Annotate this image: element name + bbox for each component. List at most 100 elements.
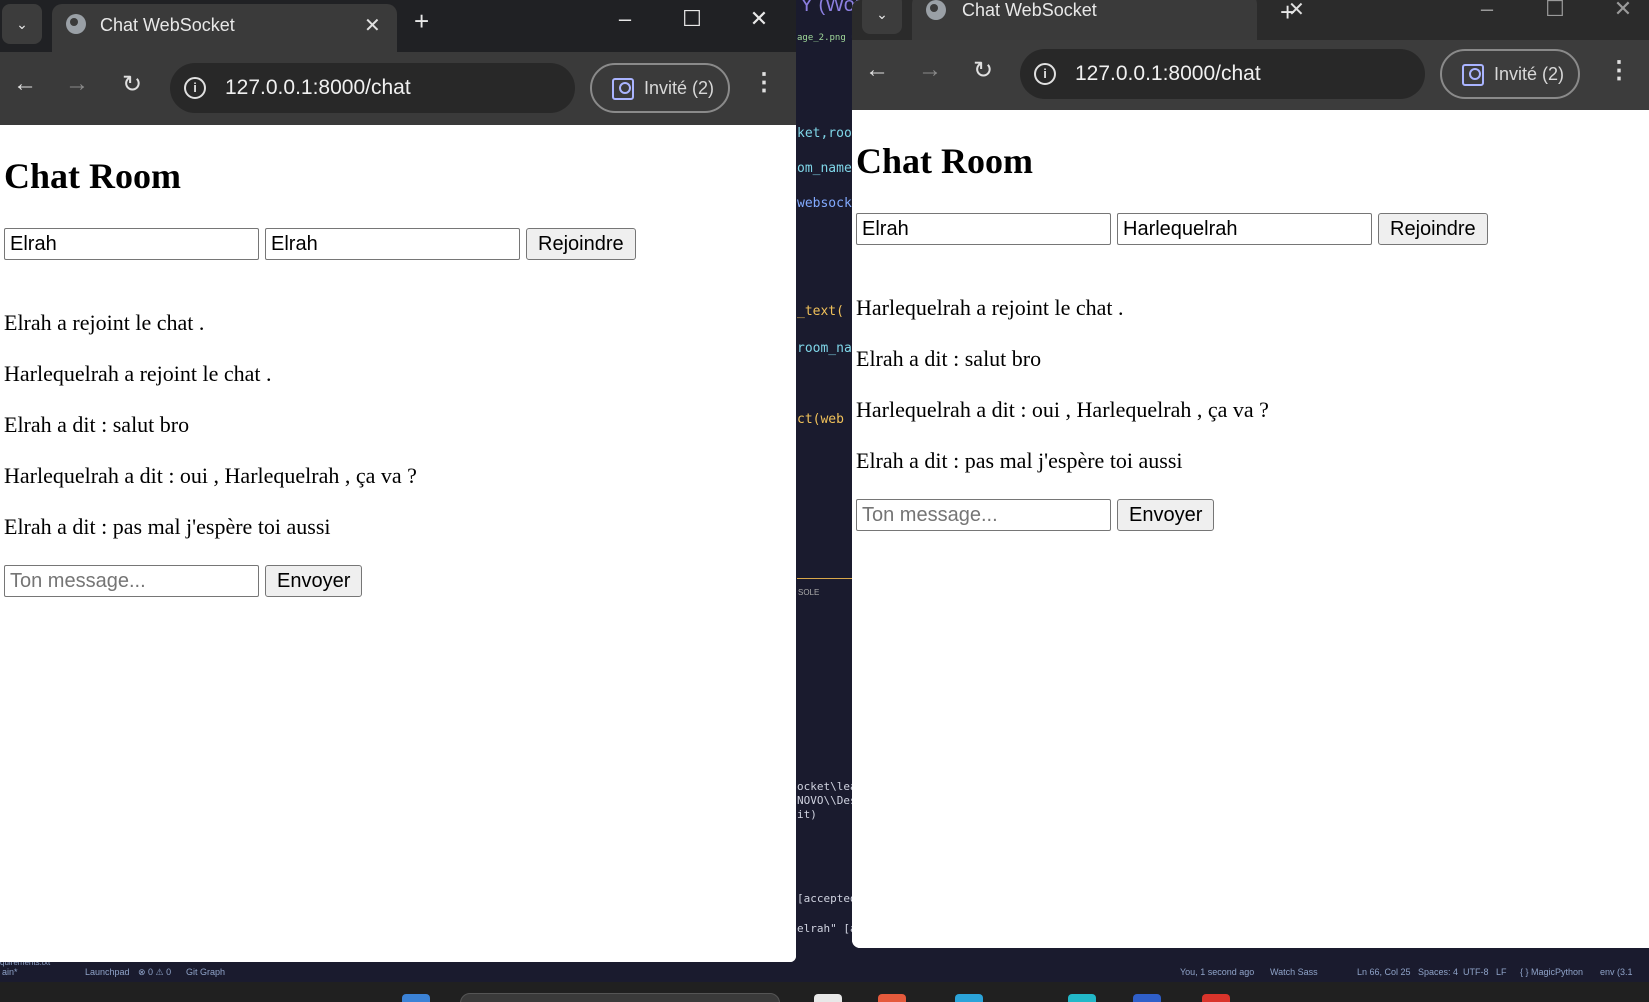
maximize-icon[interactable]: ☐ bbox=[672, 6, 712, 32]
chevron-down-icon: ⌄ bbox=[16, 15, 28, 32]
status-launchpad[interactable]: Launchpad bbox=[85, 967, 130, 977]
taskbar-app-icon[interactable] bbox=[1068, 994, 1096, 1002]
tab-search-button[interactable]: ⌄ bbox=[862, 0, 902, 34]
browser-window-left: ⌄ Chat WebSocket ✕ + – ☐ ✕ ← → ↻ i 127.0… bbox=[0, 0, 796, 962]
chat-message: Harlequelrah a dit : oui , Harlequelrah … bbox=[856, 397, 1269, 422]
tab-chat-websocket[interactable]: Chat WebSocket ✕ bbox=[52, 4, 397, 52]
terminal-line: ocket\lea bbox=[797, 780, 857, 793]
page-title: Chat Room bbox=[856, 141, 1033, 181]
forward-arrow-icon[interactable]: → bbox=[62, 70, 92, 98]
status-blame[interactable]: You, 1 second ago bbox=[1180, 967, 1254, 977]
status-eol[interactable]: LF bbox=[1496, 967, 1507, 977]
send-button[interactable]: Envoyer bbox=[1117, 499, 1215, 531]
chat-message: Elrah a rejoint le chat . bbox=[4, 310, 205, 335]
tab-search-button[interactable]: ⌄ bbox=[2, 4, 42, 44]
profile-label: Invité (2) bbox=[1494, 64, 1565, 84]
chat-page: Chat Room Rejoindre Harlequelrah a rejoi… bbox=[852, 110, 1649, 948]
room-input[interactable] bbox=[4, 228, 259, 260]
status-git-graph[interactable]: Git Graph bbox=[186, 967, 225, 977]
code-fragment: websock bbox=[797, 196, 852, 211]
browser-toolbar: ← → ↻ i 127.0.0.1:8000/chat Invité (2) ⋮ bbox=[852, 40, 1649, 110]
forward-arrow-icon[interactable]: → bbox=[915, 56, 945, 84]
window-close-icon[interactable]: ✕ bbox=[739, 6, 779, 32]
more-menu-icon[interactable]: ⋮ bbox=[1607, 56, 1631, 85]
status-indent[interactable]: Spaces: 4 bbox=[1418, 967, 1458, 977]
code-fragment: ct(web bbox=[797, 412, 844, 427]
info-icon[interactable]: i bbox=[184, 77, 206, 99]
minimize-icon[interactable]: – bbox=[605, 6, 645, 32]
more-menu-icon[interactable]: ⋮ bbox=[752, 68, 776, 97]
url-text: 127.0.0.1:8000/chat bbox=[1075, 62, 1261, 85]
send-button[interactable]: Envoyer bbox=[265, 565, 363, 597]
status-watch-sass[interactable]: Watch Sass bbox=[1270, 967, 1318, 977]
maximize-icon[interactable]: ☐ bbox=[1535, 0, 1575, 22]
terminal-line: it) bbox=[797, 808, 817, 821]
chat-message: Harlequelrah a rejoint le chat . bbox=[856, 295, 1124, 320]
person-icon bbox=[1462, 64, 1484, 86]
tab-chat-websocket[interactable]: Chat WebSocket ✕ bbox=[912, 0, 1305, 40]
status-encoding[interactable]: UTF-8 bbox=[1463, 967, 1489, 977]
page-title: Chat Room bbox=[4, 156, 181, 196]
editor-file-fragment: age_2.png u bbox=[797, 33, 857, 43]
profile-button[interactable]: Invité (2) bbox=[1440, 49, 1580, 99]
code-fragment: om_name bbox=[797, 161, 852, 176]
username-input[interactable] bbox=[1117, 213, 1372, 245]
tab-strip: ⌄ Chat WebSocket ✕ + – ☐ ✕ bbox=[852, 0, 1649, 40]
reload-icon[interactable]: ↻ bbox=[968, 56, 998, 85]
info-icon[interactable]: i bbox=[1034, 63, 1056, 85]
chat-message: Harlequelrah a dit : oui , Harlequelrah … bbox=[4, 463, 417, 488]
tab-title: Chat WebSocket bbox=[100, 15, 235, 35]
status-env[interactable]: env (3.1 bbox=[1600, 967, 1633, 977]
message-input[interactable] bbox=[4, 565, 259, 597]
code-fragment: room_na bbox=[797, 341, 852, 356]
editor-status-bar: quirements.txt ain* Launchpad ⊗ 0 ⚠ 0 Gi… bbox=[0, 958, 1649, 982]
status-language[interactable]: { } MagicPython bbox=[1520, 967, 1583, 977]
chat-message: Elrah a dit : pas mal j'espère toi aussi bbox=[856, 448, 1183, 473]
taskbar-app-icon[interactable] bbox=[878, 994, 906, 1002]
globe-icon bbox=[66, 14, 86, 34]
profile-label: Invité (2) bbox=[644, 78, 715, 98]
window-close-icon[interactable]: ✕ bbox=[1603, 0, 1643, 22]
taskbar-search[interactable] bbox=[460, 993, 780, 1002]
new-tab-button[interactable]: + bbox=[1280, 0, 1295, 28]
code-fragment: ket,roo bbox=[797, 126, 852, 141]
tab-strip: ⌄ Chat WebSocket ✕ + – ☐ ✕ bbox=[0, 0, 796, 52]
taskbar-app-icon[interactable] bbox=[1202, 994, 1230, 1002]
code-fragment: _text( bbox=[797, 304, 844, 319]
reload-icon[interactable]: ↻ bbox=[117, 70, 147, 99]
status-cursor-position[interactable]: Ln 66, Col 25 bbox=[1357, 967, 1411, 977]
chevron-down-icon: ⌄ bbox=[876, 5, 888, 22]
chat-message: Elrah a dit : salut bro bbox=[856, 346, 1042, 371]
tab-title: Chat WebSocket bbox=[962, 0, 1097, 20]
status-problems[interactable]: ⊗ 0 ⚠ 0 bbox=[138, 967, 171, 978]
join-button[interactable]: Rejoindre bbox=[1378, 213, 1488, 245]
profile-button[interactable]: Invité (2) bbox=[590, 63, 730, 113]
minimize-icon[interactable]: – bbox=[1467, 0, 1507, 22]
chat-message: Harlequelrah a rejoint le chat . bbox=[4, 361, 272, 386]
os-taskbar bbox=[0, 982, 1649, 1002]
close-icon[interactable]: ✕ bbox=[364, 13, 381, 38]
taskbar-app-icon[interactable] bbox=[955, 994, 983, 1002]
browser-toolbar: ← → ↻ i 127.0.0.1:8000/chat Invité (2) ⋮ bbox=[0, 52, 796, 125]
address-bar[interactable]: i 127.0.0.1:8000/chat bbox=[170, 63, 575, 113]
status-branch[interactable]: ain* bbox=[2, 967, 18, 977]
console-label: SOLE bbox=[798, 588, 820, 597]
url-text: 127.0.0.1:8000/chat bbox=[225, 76, 411, 99]
message-input[interactable] bbox=[856, 499, 1111, 531]
back-arrow-icon[interactable]: ← bbox=[862, 56, 892, 84]
chat-message: Elrah a dit : salut bro bbox=[4, 412, 190, 437]
chat-message: Elrah a dit : pas mal j'espère toi aussi bbox=[4, 514, 331, 539]
globe-icon bbox=[926, 0, 946, 20]
room-input[interactable] bbox=[856, 213, 1111, 245]
join-button[interactable]: Rejoindre bbox=[526, 228, 636, 260]
person-icon bbox=[612, 78, 634, 100]
address-bar[interactable]: i 127.0.0.1:8000/chat bbox=[1020, 49, 1425, 99]
new-tab-button[interactable]: + bbox=[414, 6, 429, 37]
browser-window-right: ⌄ Chat WebSocket ✕ + – ☐ ✕ ← → ↻ i 127.0… bbox=[852, 0, 1649, 948]
panel-divider bbox=[797, 578, 852, 579]
taskbar-app-icon[interactable] bbox=[814, 994, 842, 1002]
taskbar-app-icon[interactable] bbox=[1133, 994, 1161, 1002]
start-icon[interactable] bbox=[402, 994, 430, 1002]
back-arrow-icon[interactable]: ← bbox=[10, 70, 40, 98]
username-input[interactable] bbox=[265, 228, 520, 260]
